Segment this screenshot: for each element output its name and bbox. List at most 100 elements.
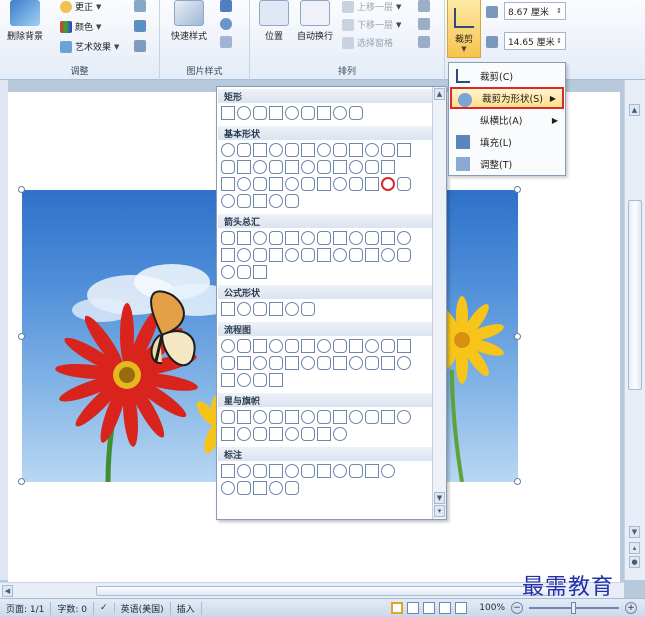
change-picture-icon[interactable]: [134, 20, 146, 32]
compress-pictures-icon[interactable]: [134, 0, 146, 12]
shape-option[interactable]: [221, 339, 235, 353]
shape-option[interactable]: [397, 339, 411, 353]
shape-option[interactable]: [221, 177, 235, 191]
shape-option[interactable]: [237, 248, 251, 262]
shape-option[interactable]: [317, 410, 331, 424]
shape-option[interactable]: [269, 481, 283, 495]
shape-option[interactable]: [333, 410, 347, 424]
position-button[interactable]: 位置: [256, 0, 292, 42]
align-icon[interactable]: [418, 0, 430, 12]
shape-option[interactable]: [221, 410, 235, 424]
shape-option[interactable]: [285, 106, 299, 120]
shape-option[interactable]: [237, 177, 251, 191]
shape-option[interactable]: [365, 356, 379, 370]
shape-option[interactable]: [221, 427, 235, 441]
shape-option[interactable]: [221, 231, 235, 245]
shape-option[interactable]: [253, 177, 267, 191]
shape-option[interactable]: [237, 106, 251, 120]
shape-option[interactable]: [237, 464, 251, 478]
spinner-icon[interactable]: ⇕: [556, 37, 562, 45]
gallery-scroll-down-icon[interactable]: ▼: [434, 492, 445, 504]
shape-option[interactable]: [285, 231, 299, 245]
picture-border-icon[interactable]: [220, 0, 232, 12]
shape-option[interactable]: [317, 427, 331, 441]
shape-option[interactable]: [269, 143, 283, 157]
shape-option[interactable]: [221, 106, 235, 120]
spinner-icon[interactable]: ⇕: [556, 7, 562, 15]
full-screen-view-icon[interactable]: [407, 602, 420, 614]
previous-page-icon[interactable]: ▴: [629, 542, 640, 554]
shape-option[interactable]: [285, 427, 299, 441]
shape-option[interactable]: [285, 248, 299, 262]
corrections-button[interactable]: 更正 ▼: [60, 0, 101, 13]
language-indicator[interactable]: 英语(美国): [115, 601, 171, 615]
shape-option[interactable]: [221, 356, 235, 370]
shape-option[interactable]: [317, 106, 331, 120]
menu-item-crop-to-shape[interactable]: 裁剪为形状(S) ▶: [450, 87, 564, 109]
outline-view-icon[interactable]: [439, 602, 452, 614]
wrap-text-button[interactable]: 自动换行: [292, 0, 338, 42]
shape-option[interactable]: [381, 248, 395, 262]
shape-option[interactable]: [397, 356, 411, 370]
shape-option[interactable]: [301, 177, 315, 191]
shape-option[interactable]: [317, 248, 331, 262]
shape-option[interactable]: [285, 356, 299, 370]
shape-option[interactable]: [349, 410, 363, 424]
shape-option[interactable]: [269, 106, 283, 120]
shape-option[interactable]: [285, 410, 299, 424]
shape-option[interactable]: [333, 464, 347, 478]
shape-option[interactable]: [253, 265, 267, 279]
shape-option[interactable]: [301, 143, 315, 157]
page-count[interactable]: 页面: 1/1: [0, 601, 52, 615]
shape-option[interactable]: [285, 194, 299, 208]
artistic-effects-button[interactable]: 艺术效果 ▼: [60, 40, 119, 53]
shape-option[interactable]: [285, 464, 299, 478]
shape-option[interactable]: [269, 177, 283, 191]
gallery-scrollbar[interactable]: ▲ ▼ ▾: [432, 87, 446, 519]
group-icon[interactable]: [418, 18, 430, 30]
shape-option[interactable]: [333, 160, 347, 174]
shape-option[interactable]: [349, 106, 363, 120]
zoom-slider[interactable]: [529, 602, 619, 614]
shape-option[interactable]: [349, 339, 363, 353]
send-backward-button[interactable]: 下移一层 ▼: [342, 18, 401, 31]
shape-option[interactable]: [365, 410, 379, 424]
shape-option[interactable]: [237, 356, 251, 370]
shape-option[interactable]: [301, 410, 315, 424]
color-button[interactable]: 颜色 ▼: [60, 20, 101, 33]
shape-option[interactable]: [301, 356, 315, 370]
shape-option[interactable]: [333, 427, 347, 441]
shape-option[interactable]: [253, 248, 267, 262]
rotate-icon[interactable]: [418, 36, 430, 48]
shape-option[interactable]: [253, 427, 267, 441]
shape-option[interactable]: [237, 231, 251, 245]
shape-option[interactable]: [237, 427, 251, 441]
shape-option[interactable]: [221, 464, 235, 478]
menu-item-fill[interactable]: 填充(L): [450, 131, 564, 153]
shape-option[interactable]: [237, 160, 251, 174]
shape-option[interactable]: [365, 339, 379, 353]
shape-option[interactable]: [333, 231, 347, 245]
shape-option[interactable]: [381, 464, 395, 478]
shape-option[interactable]: [237, 302, 251, 316]
shape-option[interactable]: [301, 248, 315, 262]
shape-option[interactable]: [333, 339, 347, 353]
resize-handle-middle-right[interactable]: [514, 333, 521, 340]
vertical-scroll-thumb[interactable]: [628, 200, 642, 390]
shape-option[interactable]: [349, 231, 363, 245]
shape-option[interactable]: [221, 302, 235, 316]
shape-option[interactable]: [253, 481, 267, 495]
shape-option[interactable]: [397, 231, 411, 245]
zoom-out-icon[interactable]: −: [511, 602, 523, 614]
shape-option[interactable]: [365, 160, 379, 174]
shape-option[interactable]: [221, 143, 235, 157]
shape-option[interactable]: [381, 143, 395, 157]
shape-option[interactable]: [349, 143, 363, 157]
shape-option[interactable]: [285, 339, 299, 353]
scroll-down-icon[interactable]: ▼: [629, 526, 640, 538]
shape-option[interactable]: [221, 160, 235, 174]
shape-option[interactable]: [317, 143, 331, 157]
shape-option[interactable]: [269, 160, 283, 174]
shape-option[interactable]: [253, 302, 267, 316]
shape-option[interactable]: [269, 339, 283, 353]
